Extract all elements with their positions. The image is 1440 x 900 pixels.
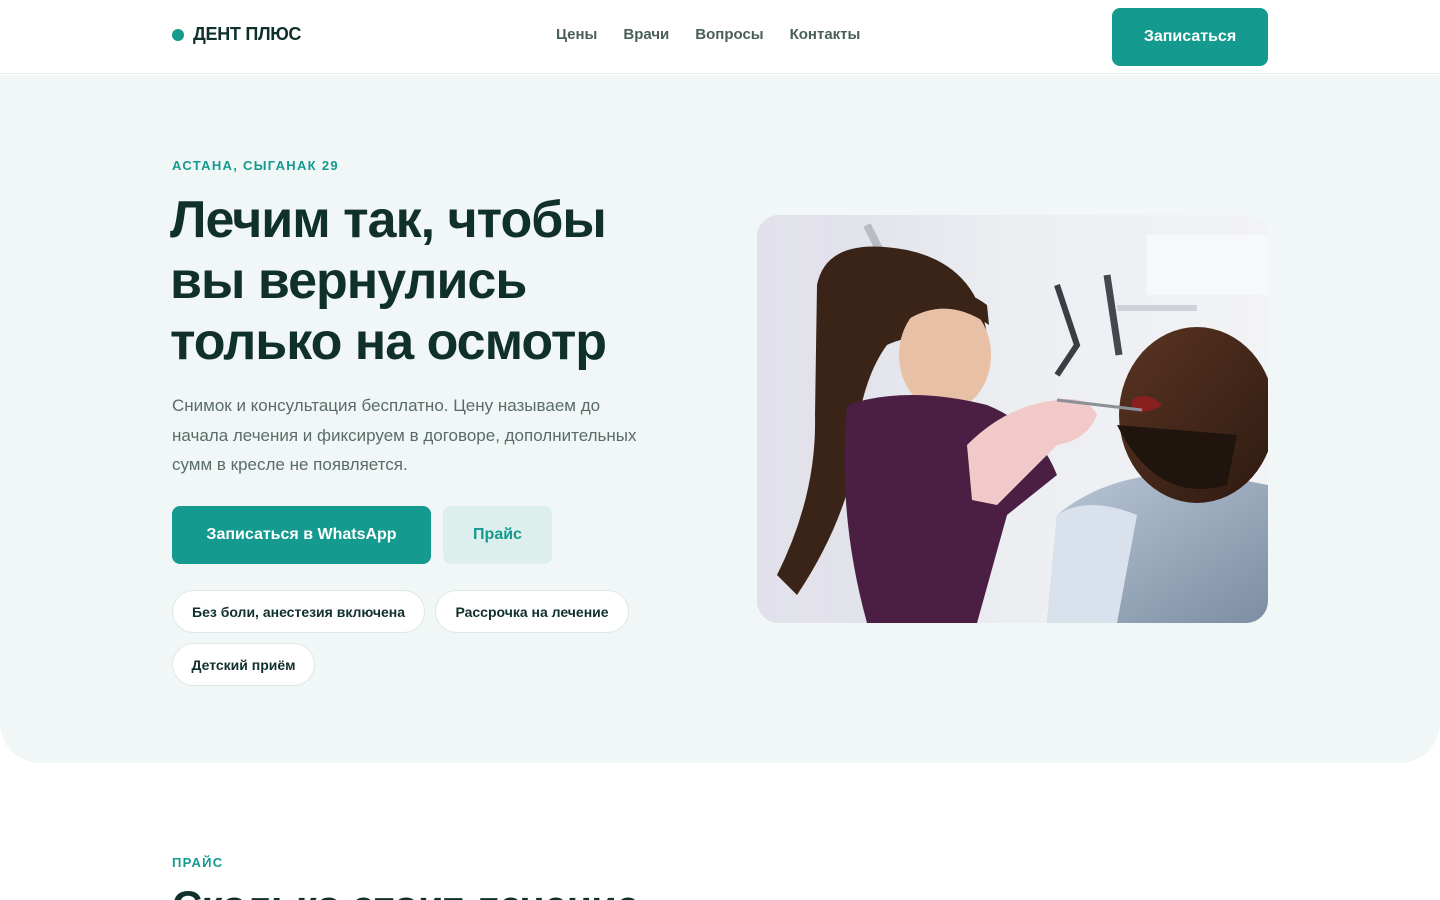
nav-link-faq[interactable]: Вопросы xyxy=(695,26,763,43)
site-header: ДЕНТ ПЛЮС Цены Врачи Вопросы Контакты За… xyxy=(0,0,1440,74)
pricing-section-label: ПРАЙС xyxy=(172,855,224,870)
hero-lead: Снимок и консультация бесплатно. Цену на… xyxy=(172,396,637,474)
main-nav: Цены Врачи Вопросы Контакты xyxy=(556,26,860,43)
feature-chip-installments: Рассрочка на лечение xyxy=(435,590,629,633)
price-button[interactable]: Прайс xyxy=(443,506,552,564)
pricing-section-title: Сколько стоит лечение xyxy=(172,882,640,900)
feature-chip-kids: Детский приём xyxy=(172,643,315,686)
header-signup-button[interactable]: Записаться xyxy=(1112,8,1268,66)
logo-text: ДЕНТ ПЛЮС xyxy=(193,24,302,44)
whatsapp-signup-button[interactable]: Записаться в WhatsApp xyxy=(172,506,431,564)
dentist-photo xyxy=(757,215,1268,623)
hero-location: АСТАНА, СЫГАНАК 29 xyxy=(172,158,339,173)
nav-link-doctors[interactable]: Врачи xyxy=(623,26,669,43)
logo[interactable]: ДЕНТ ПЛЮС xyxy=(172,24,301,45)
nav-link-prices[interactable]: Цены xyxy=(556,26,597,43)
logo-dot-icon xyxy=(172,28,184,41)
feature-chip-painless: Без боли, анестезия включена xyxy=(172,590,425,633)
hero-title: Лечим так, чтобы вы вернулись только на … xyxy=(170,191,607,371)
nav-link-contacts[interactable]: Контакты xyxy=(790,26,861,43)
